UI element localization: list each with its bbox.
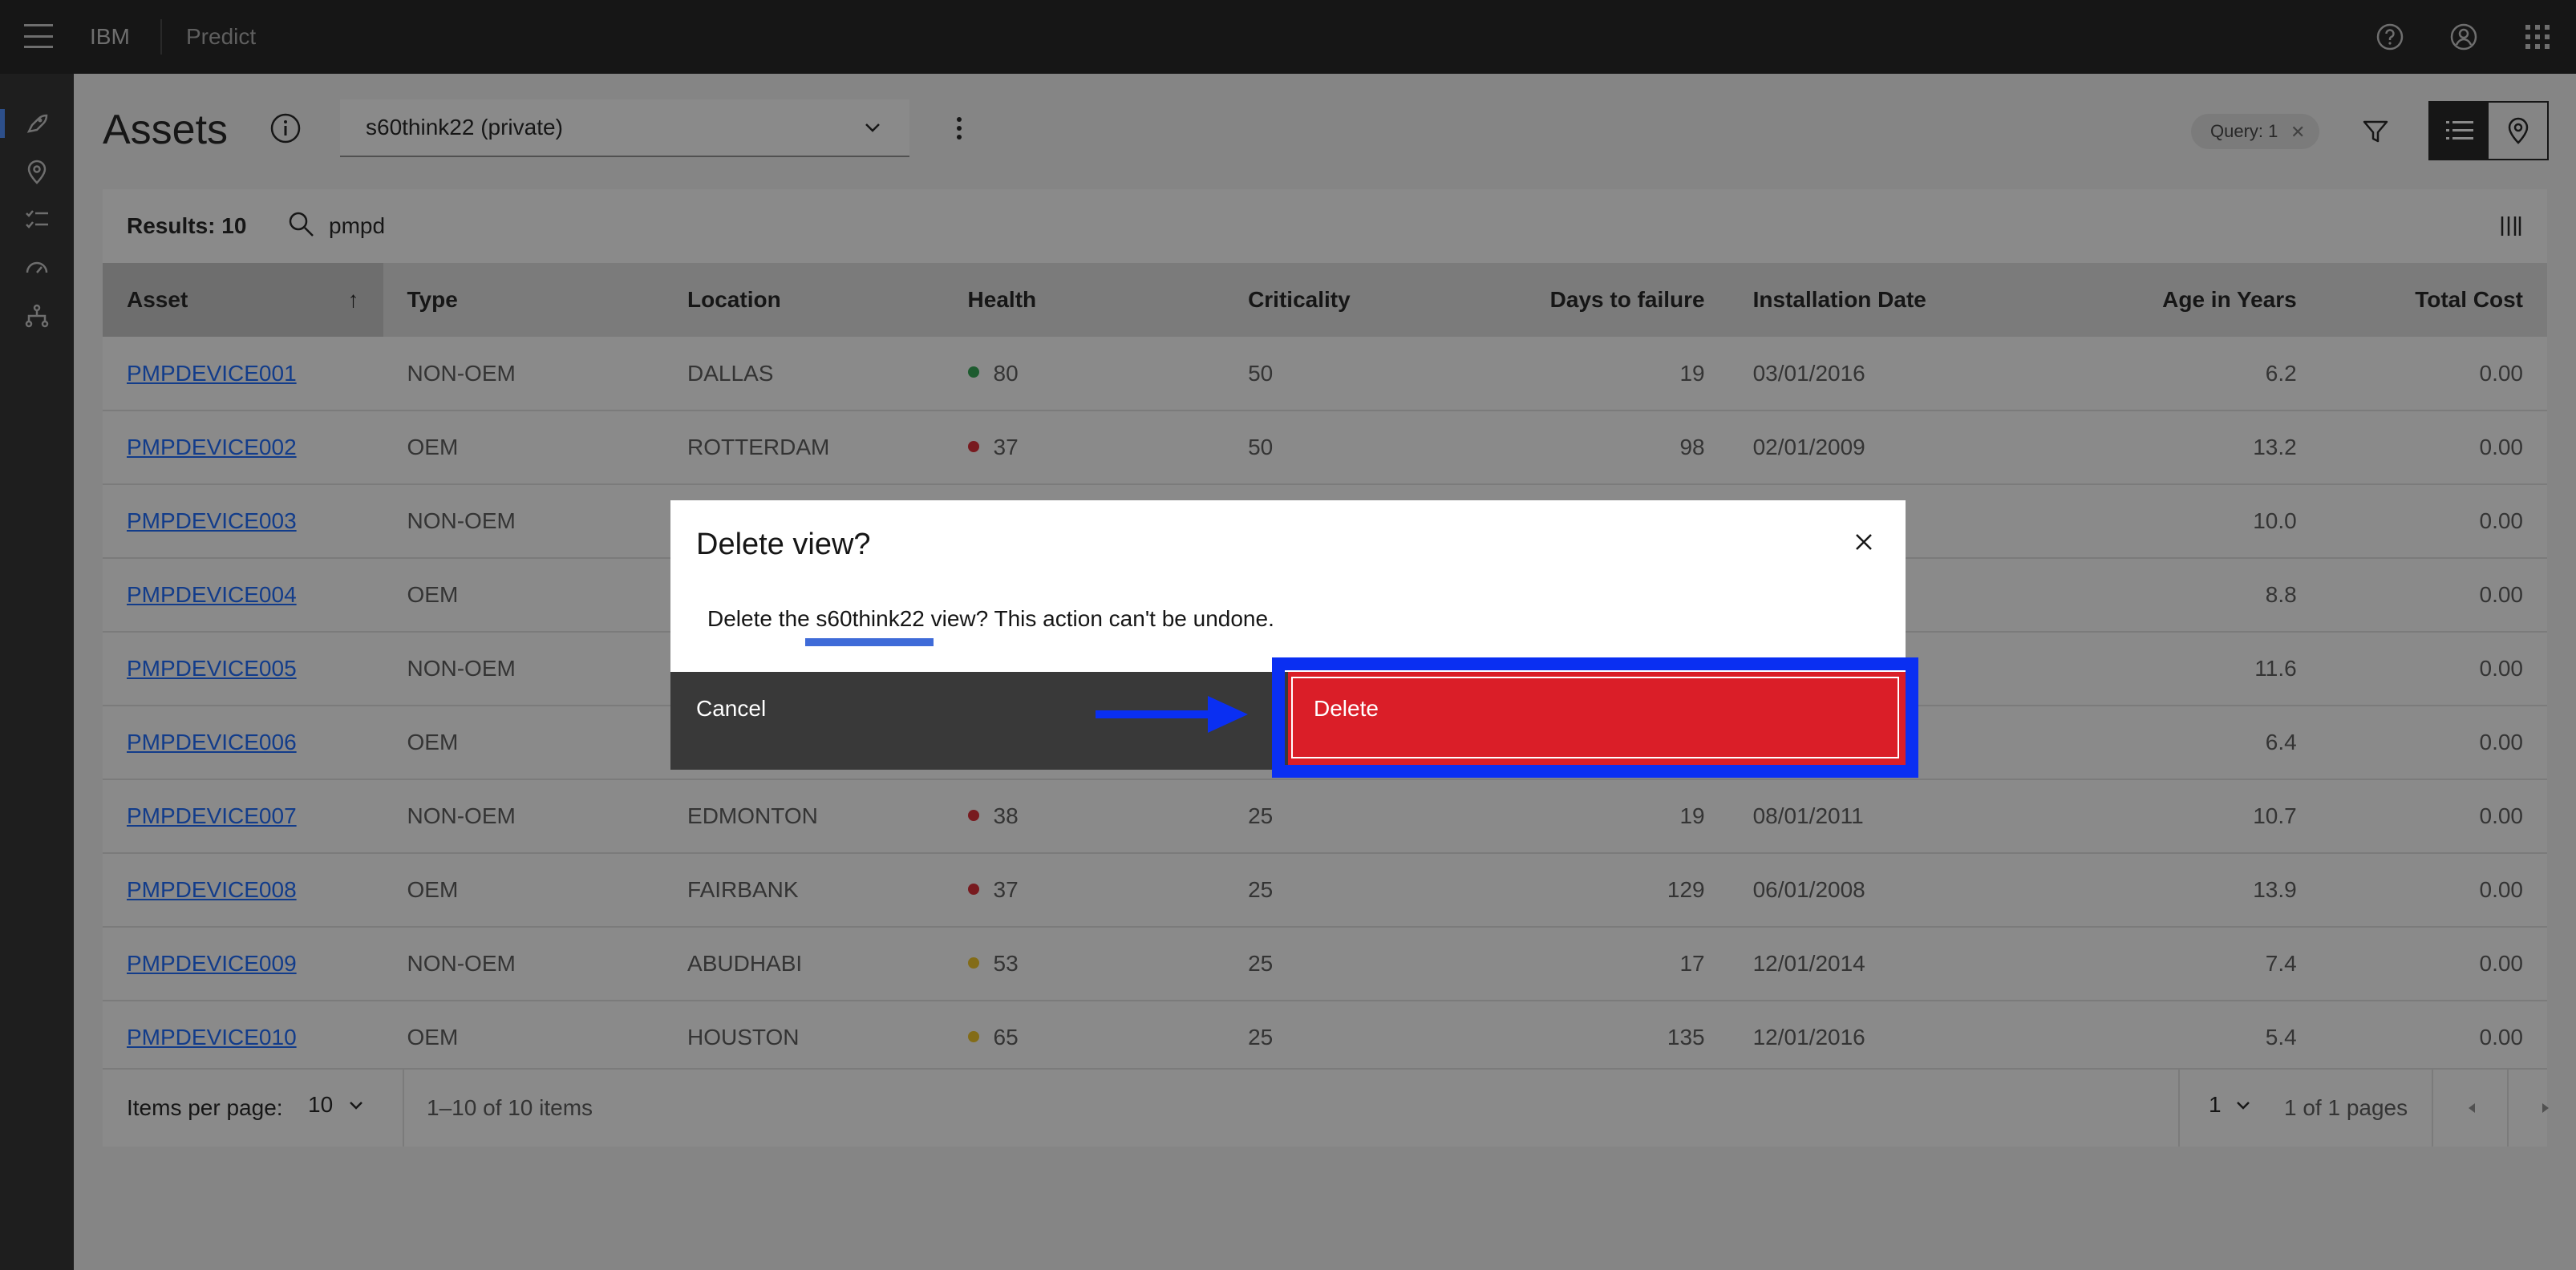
annotation-highlight-box bbox=[1272, 657, 1918, 778]
modal-body-prefix: Delete the bbox=[707, 606, 816, 631]
modal-title: Delete view? bbox=[696, 528, 871, 561]
close-icon[interactable] bbox=[1846, 524, 1881, 560]
modal-body-view-name: s60think22 bbox=[816, 606, 925, 631]
annotation-arrow-icon bbox=[1096, 696, 1248, 733]
modal-body-suffix: view? This action can't be undone. bbox=[924, 606, 1274, 631]
modal-body: Delete the s60think22 view? This action … bbox=[707, 606, 1274, 632]
annotation-underline bbox=[805, 638, 934, 646]
app-root: IBM Predict Assets bbox=[0, 0, 2576, 1270]
